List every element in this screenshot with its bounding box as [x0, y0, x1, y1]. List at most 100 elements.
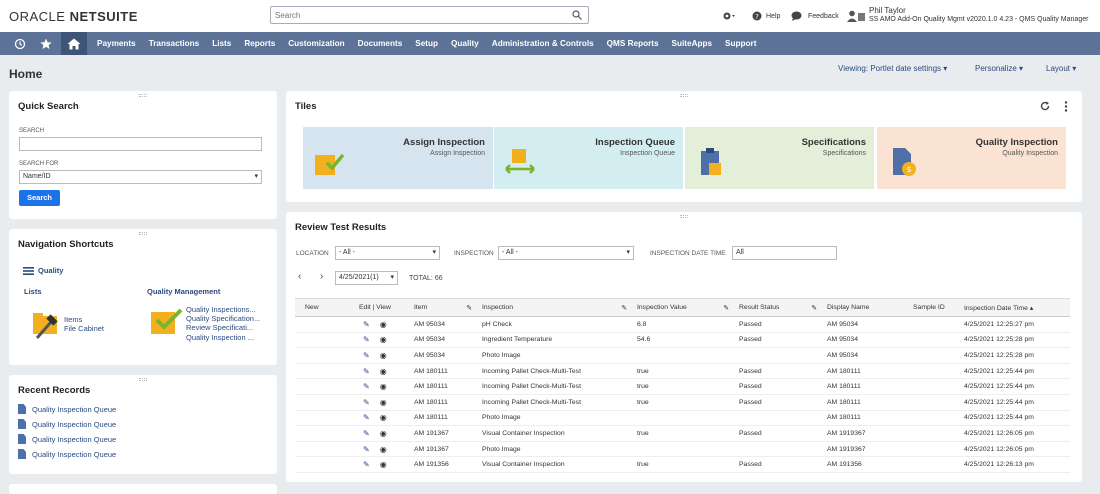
tile-title: Quality Inspection	[975, 137, 1058, 148]
edit-pencil-icon[interactable]: ✎	[363, 413, 370, 422]
edit-pencil-icon[interactable]: ✎	[363, 351, 370, 360]
tile-inspection-queue[interactable]: Inspection Queue Inspection Queue	[494, 127, 683, 189]
recent-record-item[interactable]: Quality Inspection Queue	[18, 419, 116, 429]
shortcut-file-cabinet-link[interactable]: File Cabinet	[64, 324, 104, 333]
view-eye-icon[interactable]: ◉	[380, 429, 387, 438]
new-cell	[295, 456, 331, 473]
view-eye-icon[interactable]: ◉	[380, 398, 387, 407]
period-select[interactable]: 4/25/2021(1) ▾	[335, 271, 398, 285]
edit-pencil-icon[interactable]: ✎	[363, 398, 370, 407]
nav-item-payments[interactable]: Payments	[97, 39, 136, 48]
more-options-icon[interactable]	[1064, 101, 1068, 112]
feedback-link[interactable]: Feedback	[791, 0, 839, 32]
user-info[interactable]: Phil Taylor SS AMO Add-On Quality Mgmt v…	[869, 6, 1088, 24]
recent-menu[interactable]	[9, 32, 31, 55]
inspection-cell: Visual Container Inspection	[478, 456, 633, 473]
view-eye-icon[interactable]: ◉	[380, 320, 387, 329]
nav-item-reports[interactable]: Reports	[244, 39, 275, 48]
location-select[interactable]: - All - ▾	[335, 246, 440, 260]
search-button[interactable]: Search	[19, 190, 60, 206]
nav-item-documents[interactable]: Documents	[358, 39, 403, 48]
shortcut-review-specification-link[interactable]: Review Specificati...	[186, 323, 260, 332]
tile-assign-inspection[interactable]: Assign Inspection Assign Inspection	[303, 127, 493, 189]
view-eye-icon[interactable]: ◉	[380, 460, 387, 469]
nav-item-quality[interactable]: Quality	[451, 39, 479, 48]
edit-pencil-icon[interactable]: ✎	[363, 445, 370, 454]
shortcut-group-quality[interactable]: Quality	[23, 266, 63, 275]
tile-specifications[interactable]: Specifications Specifications	[685, 127, 874, 189]
shortcut-quality-inspections-link[interactable]: Quality Inspections...	[186, 305, 260, 314]
col-new[interactable]: New	[295, 298, 331, 317]
favorites-menu[interactable]	[35, 32, 57, 55]
search-label: SEARCH	[19, 128, 45, 134]
settings-icon[interactable]	[722, 11, 736, 21]
drag-handle[interactable]	[139, 378, 147, 381]
table-row: ✎ ◉ AM 180111 Incoming Pallet Check-Multi-T…	[295, 363, 1070, 380]
global-search[interactable]	[270, 6, 589, 24]
chevron-down-icon: ▾	[254, 173, 258, 180]
edit-pencil-icon[interactable]: ✎	[363, 367, 370, 376]
edit-pencil-icon[interactable]: ✎	[363, 460, 370, 469]
shortcut-items-link[interactable]: Items	[64, 315, 104, 324]
next-page-chevron-icon[interactable]: ›	[320, 271, 323, 282]
drag-handle[interactable]	[680, 94, 688, 97]
search-for-value: Name/ID	[23, 173, 51, 180]
edit-pencil-icon[interactable]: ✎	[363, 335, 370, 344]
shortcut-quality-specification-link[interactable]: Quality Specification...	[186, 314, 260, 323]
drag-handle[interactable]	[139, 94, 147, 97]
recent-record-item[interactable]: Quality Inspection Queue	[18, 449, 116, 459]
personalize-dropdown[interactable]: Personalize ▾	[975, 64, 1023, 73]
col-inspection[interactable]: Inspection ✎	[478, 298, 633, 317]
edit-pencil-icon[interactable]: ✎	[363, 429, 370, 438]
view-eye-icon[interactable]: ◉	[380, 335, 387, 344]
view-eye-icon[interactable]: ◉	[380, 445, 387, 454]
layout-dropdown[interactable]: Layout ▾	[1046, 64, 1076, 73]
inspection-value-cell: 6.8	[633, 316, 735, 333]
refresh-icon[interactable]	[1040, 101, 1050, 111]
result-status-cell: Passed	[735, 394, 823, 411]
view-eye-icon[interactable]: ◉	[380, 413, 387, 422]
user-menu-toggle[interactable]	[846, 0, 866, 32]
chevron-down-icon: ▾	[1072, 64, 1077, 73]
drag-handle[interactable]	[139, 232, 147, 235]
nav-item-qms-reports[interactable]: QMS Reports	[607, 39, 659, 48]
search-for-select[interactable]: Name/ID ▾	[19, 170, 262, 184]
inspection-select[interactable]: - All - ▾	[498, 246, 634, 260]
col-item[interactable]: Item ✎	[404, 298, 478, 317]
col-display-name[interactable]: Display Name	[823, 298, 909, 317]
result-status-cell: Passed	[735, 363, 823, 380]
recent-record-item[interactable]: Quality Inspection Queue	[18, 434, 116, 444]
nav-item-customization[interactable]: Customization	[288, 39, 344, 48]
recent-record-item[interactable]: Quality Inspection Queue	[18, 404, 116, 414]
help-link[interactable]: ? Help	[752, 0, 780, 32]
nav-item-setup[interactable]: Setup	[415, 39, 438, 48]
quick-search-input[interactable]	[19, 137, 262, 151]
view-eye-icon[interactable]: ◉	[380, 351, 387, 360]
nav-item-suiteapps[interactable]: SuiteApps	[672, 39, 713, 48]
netsuite-logo[interactable]: ORACLE NETSUITE	[9, 9, 138, 24]
document-icon	[18, 434, 26, 444]
search-input[interactable]	[271, 7, 561, 23]
edit-pencil-icon[interactable]: ✎	[363, 320, 370, 329]
nav-item-transactions[interactable]: Transactions	[149, 39, 200, 48]
drag-handle[interactable]	[680, 215, 688, 218]
shortcut-quality-inspection-link[interactable]: Quality Inspection ...	[186, 333, 260, 342]
col-inspection-date-time[interactable]: Inspection Date Time ▴	[960, 298, 1070, 317]
home-nav[interactable]	[61, 32, 87, 55]
tile-quality-inspection[interactable]: $ Quality Inspection Quality Inspection	[877, 127, 1066, 189]
inspection-date-select[interactable]: All	[732, 246, 837, 260]
viewing-dropdown[interactable]: Viewing: Portlet date settings ▾	[838, 64, 947, 73]
col-result-status[interactable]: Result Status ✎	[735, 298, 823, 317]
quick-actions[interactable]	[722, 0, 736, 32]
recent-records-portlet: Recent Records Quality Inspection Queue …	[9, 375, 277, 474]
search-icon[interactable]	[572, 10, 582, 20]
previous-page-chevron-icon[interactable]: ‹	[298, 271, 301, 282]
col-sample-id[interactable]: Sample ID	[909, 298, 960, 317]
view-eye-icon[interactable]: ◉	[380, 367, 387, 376]
nav-item-administration-controls[interactable]: Administration & Controls	[492, 39, 594, 48]
edit-pencil-icon[interactable]: ✎	[363, 382, 370, 391]
nav-item-support[interactable]: Support	[725, 39, 756, 48]
nav-item-lists[interactable]: Lists	[212, 39, 231, 48]
view-eye-icon[interactable]: ◉	[380, 382, 387, 391]
col-inspection-value[interactable]: Inspection Value ✎	[633, 298, 735, 317]
